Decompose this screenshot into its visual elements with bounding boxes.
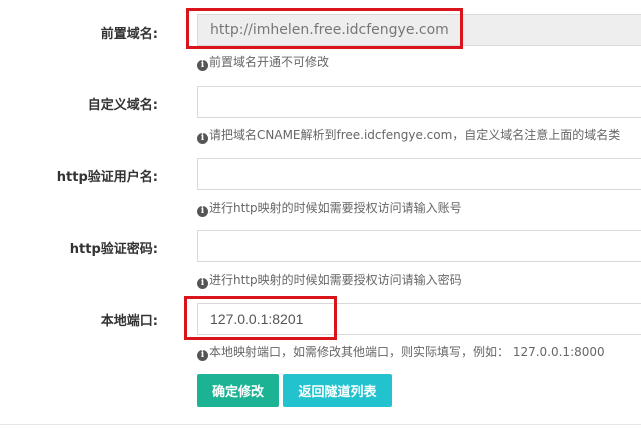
local-port-label: 本地端口: [100, 314, 158, 329]
back-to-tunnel-list-button[interactable]: 返回隧道列表 [283, 374, 392, 407]
http-auth-username-help: i 进行http映射的时候如需要授权访问请输入账号 [197, 199, 462, 217]
custom-domain-input[interactable] [197, 86, 641, 118]
prefix-domain-help: i 前置域名开通不可修改 [197, 53, 329, 71]
http-auth-password-input[interactable] [197, 230, 641, 262]
local-port-help-text: 本地映射端口，如需修改其他端口，则实际填写，例如： 127.0.0.1:8000 [209, 345, 605, 359]
http-auth-username-help-text: 进行http映射的时候如需要授权访问请输入账号 [209, 201, 462, 215]
info-icon: i [197, 206, 208, 217]
prefix-domain-label: 前置域名: [100, 27, 158, 42]
http-auth-password-help-text: 进行http映射的时候如需要授权访问请输入密码 [209, 273, 462, 287]
local-port-input[interactable] [197, 303, 641, 335]
custom-domain-label: 自定义域名: [87, 98, 158, 113]
info-icon: i [197, 133, 208, 144]
footer-divider [0, 424, 641, 425]
http-auth-username-label: http验证用户名: [56, 170, 158, 185]
http-auth-username-input[interactable] [197, 158, 641, 190]
prefix-domain-help-text: 前置域名开通不可修改 [209, 55, 330, 69]
http-auth-password-label: http验证密码: [69, 242, 158, 257]
info-icon: i [197, 278, 208, 289]
prefix-domain-input: http://imhelen.free.idcfengye.com [197, 14, 641, 46]
custom-domain-help: i 请把域名CNAME解析到free.idcfengye.com，自定义域名注意上… [197, 126, 620, 144]
confirm-edit-button[interactable]: 确定修改 [197, 374, 279, 407]
info-icon: i [197, 350, 208, 361]
http-auth-password-help: i 进行http映射的时候如需要授权访问请输入密码 [197, 271, 462, 289]
info-icon: i [197, 60, 208, 71]
custom-domain-help-text: 请把域名CNAME解析到free.idcfengye.com，自定义域名注意上面… [209, 128, 621, 142]
local-port-help: i 本地映射端口，如需修改其他端口，则实际填写，例如： 127.0.0.1:800… [197, 343, 605, 361]
tunnel-edit-form: 前置域名: http://imhelen.free.idcfengye.com … [0, 0, 641, 429]
